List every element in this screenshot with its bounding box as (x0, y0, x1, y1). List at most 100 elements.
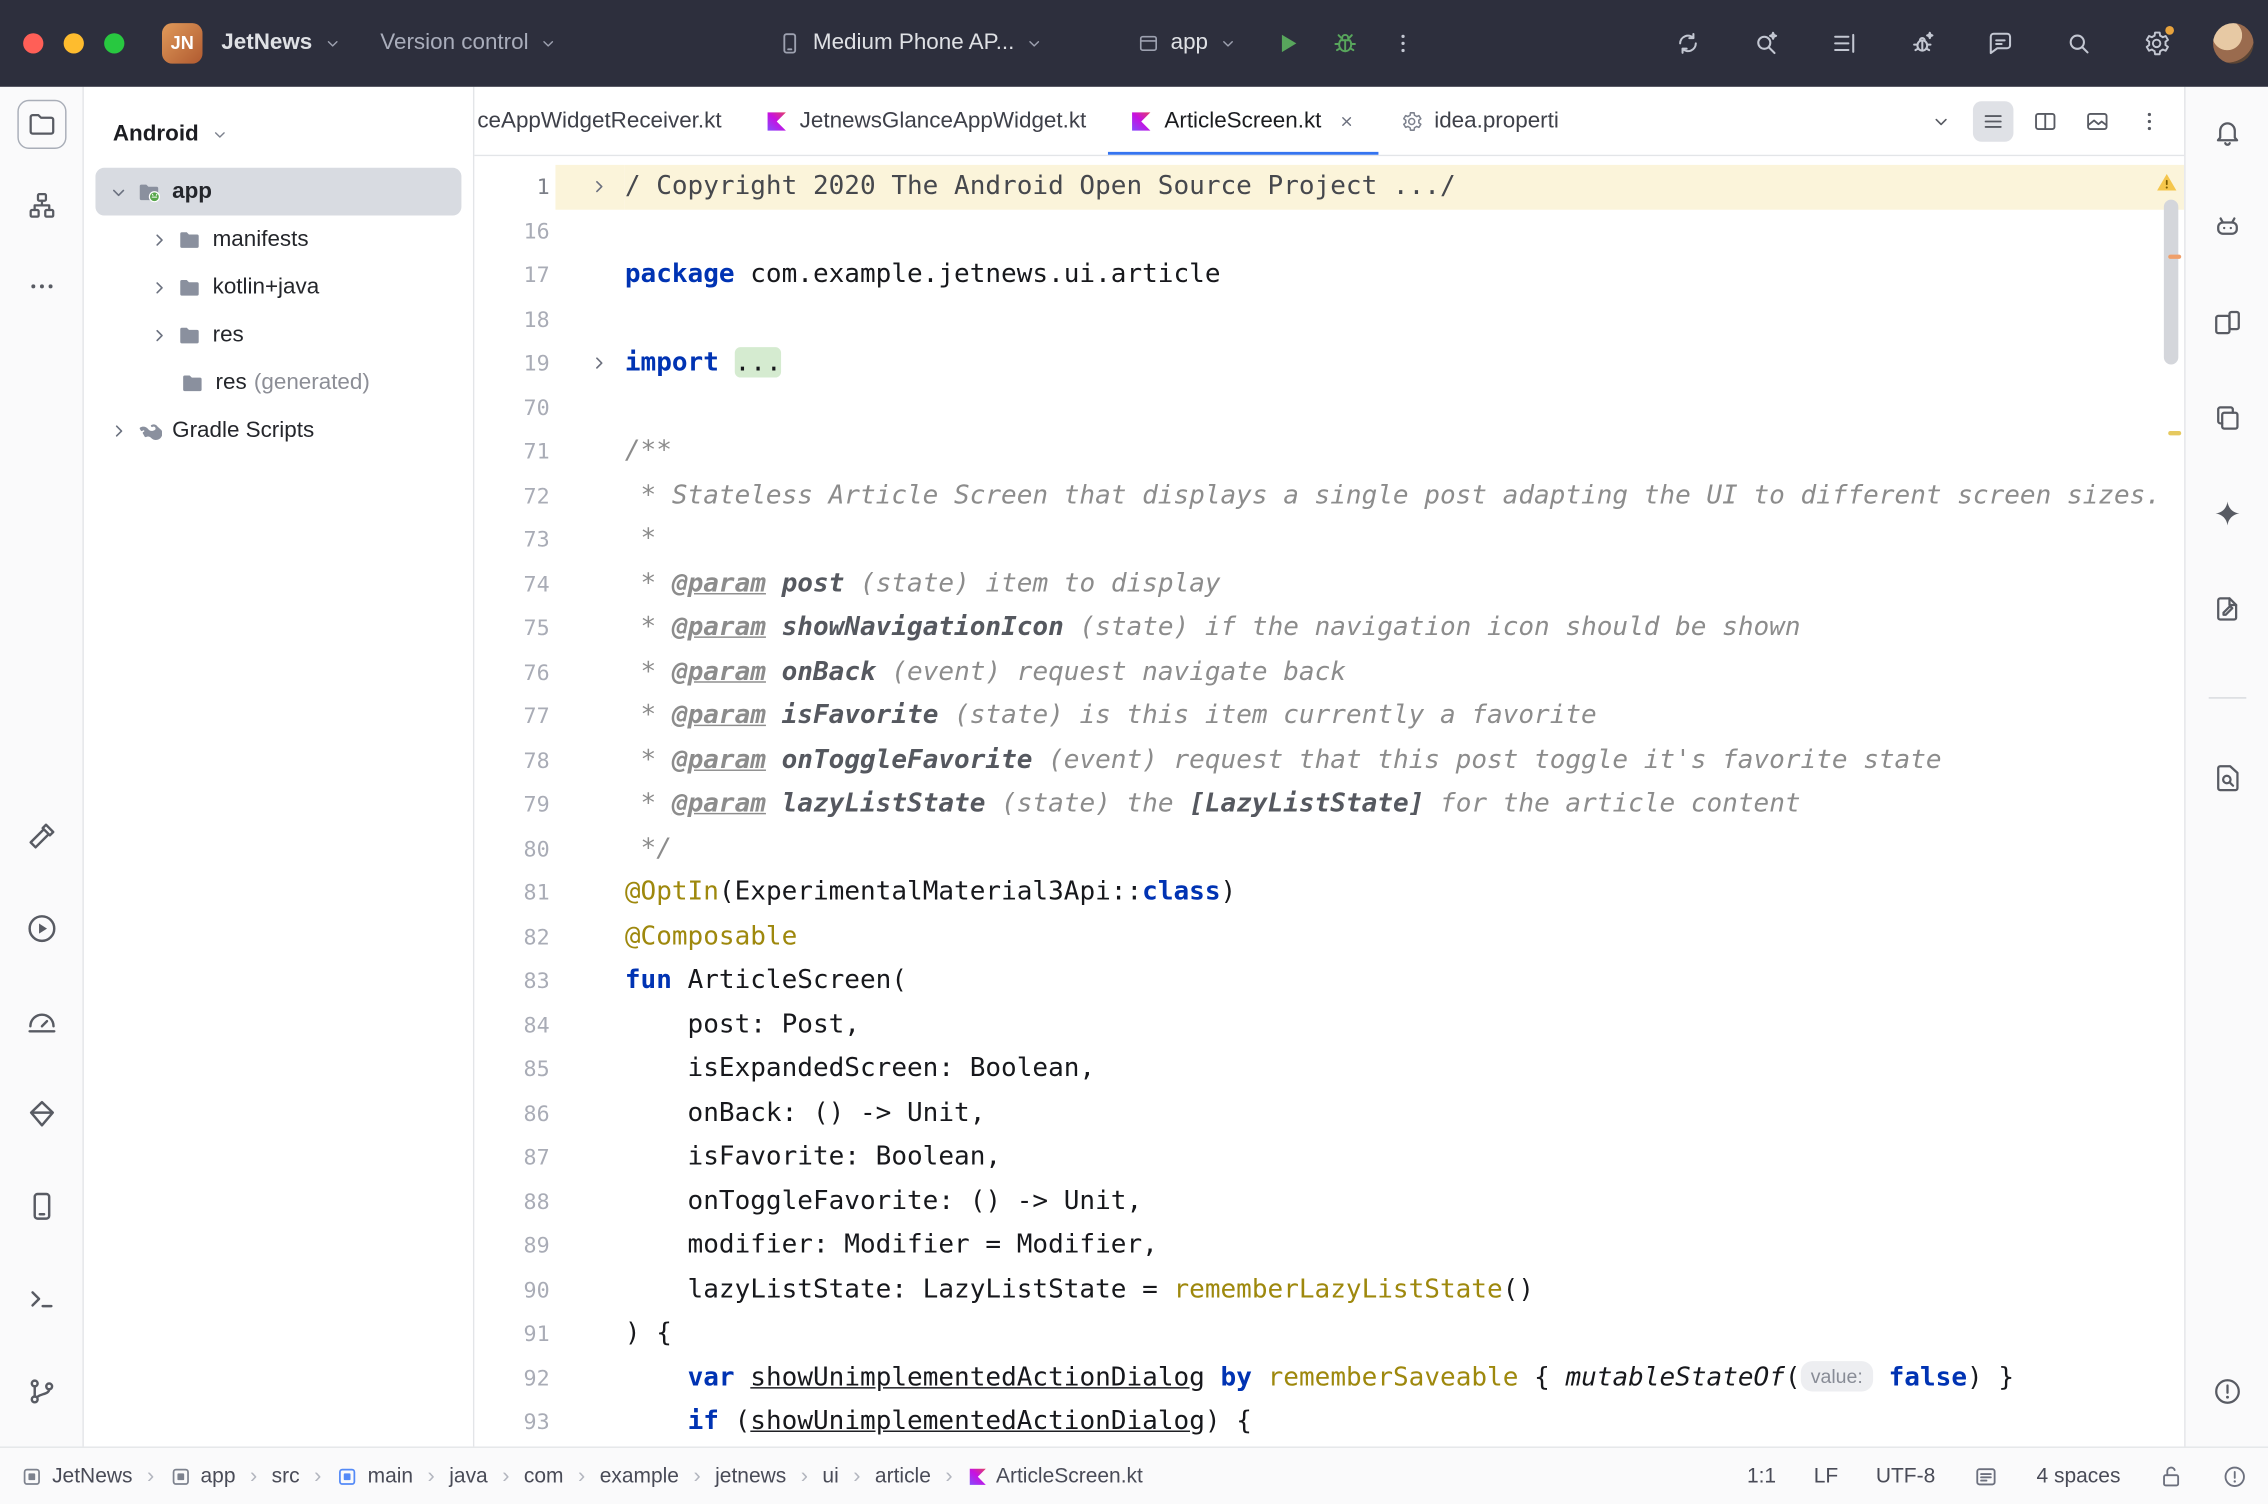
line-number[interactable]: 19 (474, 341, 555, 385)
problems-indicator-icon[interactable] (2222, 1463, 2248, 1489)
code-line-76[interactable]: 76 * @param onBack (event) request navig… (474, 650, 2184, 694)
breadcrumb-com[interactable]: com (524, 1465, 564, 1488)
device-manager-button[interactable] (17, 1182, 66, 1231)
file-encoding[interactable]: UTF-8 (1876, 1465, 1935, 1488)
code-line-89[interactable]: 89 modifier: Modifier = Modifier, (474, 1224, 2184, 1268)
ai-search-button[interactable] (1744, 22, 1787, 65)
line-number[interactable]: 71 (474, 430, 555, 474)
debug-button[interactable] (1324, 22, 1367, 65)
editor-view-list-button[interactable] (1973, 101, 2014, 141)
editor-options-button[interactable] (2129, 101, 2170, 141)
project-item-res-generated[interactable]: res(generated) (95, 359, 461, 407)
ai-debug-button[interactable] (1901, 22, 1944, 65)
line-number[interactable]: 88 (474, 1180, 555, 1224)
line-number[interactable]: 16 (474, 209, 555, 253)
code-line-18[interactable]: 18 (474, 297, 2184, 341)
running-devices-button[interactable] (2202, 298, 2251, 347)
line-number[interactable]: 17 (474, 253, 555, 297)
code-line-85[interactable]: 85 isExpandedScreen: Boolean, (474, 1047, 2184, 1091)
preview-button[interactable] (2077, 101, 2118, 141)
document-search-button[interactable] (2202, 754, 2251, 803)
breadcrumb-java[interactable]: java (449, 1465, 487, 1488)
run-button[interactable] (17, 904, 66, 953)
line-number[interactable]: 78 (474, 738, 555, 782)
line-number[interactable]: 1 (474, 165, 555, 209)
project-item-res[interactable]: res (95, 311, 461, 359)
profiler-button[interactable] (17, 997, 66, 1046)
search-everywhere-button[interactable] (2057, 22, 2100, 65)
app-quality-insights-button[interactable] (17, 1089, 66, 1138)
line-number[interactable]: 73 (474, 518, 555, 562)
breadcrumb-jetnews[interactable]: JetNews (20, 1465, 132, 1488)
code-line-1[interactable]: 1/ Copyright 2020 The Android Open Sourc… (474, 165, 2184, 209)
code-line-84[interactable]: 84 post: Post, (474, 1003, 2184, 1047)
line-number[interactable]: 72 (474, 474, 555, 518)
code-line-74[interactable]: 74 * @param post (state) item to display (474, 562, 2184, 606)
line-number[interactable]: 74 (474, 562, 555, 606)
line-number[interactable]: 80 (474, 827, 555, 871)
task-list-button[interactable] (1822, 22, 1865, 65)
line-number[interactable]: 70 (474, 385, 555, 429)
code-line-83[interactable]: 83fun ArticleScreen( (474, 959, 2184, 1003)
project-button[interactable] (17, 100, 66, 149)
line-number[interactable]: 87 (474, 1135, 555, 1179)
code-line-80[interactable]: 80 */ (474, 827, 2184, 871)
device-explorer-button[interactable] (2202, 393, 2251, 442)
code-line-77[interactable]: 77 * @param isFavorite (state) is this i… (474, 694, 2184, 738)
line-number[interactable]: 92 (474, 1356, 555, 1400)
breadcrumb-ui[interactable]: ui (822, 1465, 838, 1488)
line-number[interactable]: 82 (474, 915, 555, 959)
code-line-19[interactable]: 19import ... (474, 341, 2184, 385)
warning-stripe-mark[interactable] (2168, 255, 2181, 259)
build-button[interactable] (17, 811, 66, 860)
line-number[interactable]: 79 (474, 783, 555, 827)
breadcrumb-src[interactable]: src (272, 1465, 300, 1488)
line-number[interactable]: 93 (474, 1400, 555, 1444)
line-number[interactable]: 75 (474, 606, 555, 650)
code-line-91[interactable]: 91) { (474, 1312, 2184, 1356)
breadcrumb-jetnews[interactable]: jetnews (715, 1465, 786, 1488)
tab-articlescreen-kt[interactable]: ArticleScreen.kt (1108, 87, 1378, 155)
breadcrumb-articlescreen-kt[interactable]: ArticleScreen.kt (967, 1465, 1143, 1488)
breadcrumb-article[interactable]: article (875, 1465, 931, 1488)
line-number[interactable]: 77 (474, 694, 555, 738)
run-configuration-selector[interactable]: app (1124, 23, 1251, 63)
line-separator[interactable]: LF (1814, 1465, 1838, 1488)
code-line-79[interactable]: 79 * @param lazyListState (state) the [L… (474, 783, 2184, 827)
studio-bot-button[interactable] (2202, 202, 2251, 251)
line-number[interactable]: 83 (474, 959, 555, 1003)
line-number[interactable]: 90 (474, 1268, 555, 1312)
breadcrumb-app[interactable]: app (169, 1465, 236, 1488)
run-button[interactable] (1266, 22, 1309, 65)
fold-toggle-icon[interactable] (587, 175, 610, 198)
settings-button[interactable] (2135, 22, 2178, 65)
code-line-73[interactable]: 73 * (474, 518, 2184, 562)
code-line-88[interactable]: 88 onToggleFavorite: () -> Unit, (474, 1180, 2184, 1224)
tab-jetnewsglanceappwidget-kt[interactable]: JetnewsGlanceAppWidget.kt (743, 87, 1108, 155)
tab-ceappwidgetreceiver-kt[interactable]: ceAppWidgetReceiver.kt (474, 87, 743, 155)
split-editor-button[interactable] (2025, 101, 2065, 141)
version-control-button[interactable] (17, 1367, 66, 1416)
resource-manager-button[interactable] (17, 181, 66, 230)
line-number[interactable]: 89 (474, 1224, 555, 1268)
code-line-86[interactable]: 86 onBack: () -> Unit, (474, 1091, 2184, 1135)
line-number[interactable]: 84 (474, 1003, 555, 1047)
project-item-kotlin-java[interactable]: kotlin+java (95, 263, 461, 311)
more-run-options-button[interactable] (1382, 22, 1425, 65)
code-line-87[interactable]: 87 isFavorite: Boolean, (474, 1135, 2184, 1179)
code-line-82[interactable]: 82@Composable (474, 915, 2184, 959)
inspection-warning-icon[interactable] (2155, 171, 2178, 194)
code-line-92[interactable]: 92 var showUnimplementedActionDialog by … (474, 1356, 2184, 1400)
reader-mode-icon[interactable] (1973, 1463, 1999, 1489)
code-line-93[interactable]: 93 if (showUnimplementedActionDialog) { (474, 1400, 2184, 1444)
line-number[interactable]: 81 (474, 871, 555, 915)
project-name-widget[interactable]: JetNews (208, 23, 355, 63)
breadcrumb-example[interactable]: example (600, 1465, 679, 1488)
problems-button[interactable] (2202, 1367, 2251, 1416)
warning-stripe-mark[interactable] (2168, 431, 2181, 435)
indent-config[interactable]: 4 spaces (2037, 1465, 2121, 1488)
document-edit-button[interactable] (2202, 584, 2251, 633)
code-line-90[interactable]: 90 lazyListState: LazyListState = rememb… (474, 1268, 2184, 1312)
code-line-78[interactable]: 78 * @param onToggleFavorite (event) req… (474, 738, 2184, 782)
terminal-button[interactable] (17, 1274, 66, 1323)
